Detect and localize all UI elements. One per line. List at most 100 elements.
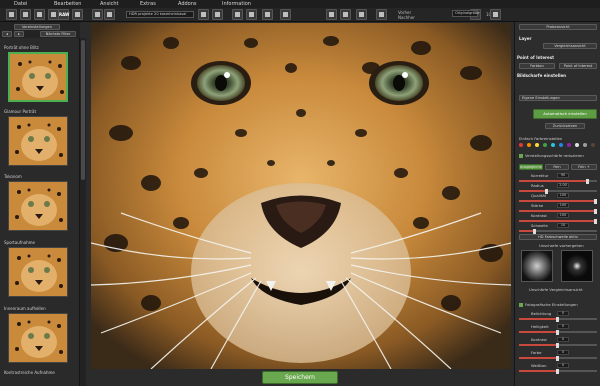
preset-thumbnail[interactable] xyxy=(8,247,68,297)
preset-select[interactable]: HDR projekte 20 kosmheinkasal xyxy=(126,11,194,18)
slider-value[interactable]: 90 xyxy=(557,173,569,178)
open-icon[interactable] xyxy=(6,9,17,20)
slider-knob[interactable] xyxy=(556,355,559,361)
slider-value[interactable]: 100 xyxy=(557,203,569,208)
brush-icon[interactable] xyxy=(376,9,387,20)
mode-balanced-button[interactable]: Ausgeglichen xyxy=(519,164,543,170)
auto-adjust-button[interactable]: Automatisch einstellen xyxy=(533,109,597,119)
menu-information[interactable]: Information xyxy=(222,0,251,8)
menu-ansicht[interactable]: Ansicht xyxy=(100,0,118,8)
select-icon[interactable] xyxy=(326,9,337,20)
color-swatch[interactable] xyxy=(583,143,587,147)
rotate-right-icon[interactable] xyxy=(212,9,223,20)
slider-knob[interactable] xyxy=(594,198,597,204)
slider-knob[interactable] xyxy=(533,228,536,234)
hdr-button[interactable]: HD Farbschwelle aktiv xyxy=(519,234,597,240)
slider-value[interactable]: 0 xyxy=(557,363,569,368)
batch-icon[interactable] xyxy=(72,9,83,20)
sharpen-checkbox[interactable] xyxy=(519,154,523,158)
slider-knob[interactable] xyxy=(556,342,559,348)
compare-icon[interactable] xyxy=(262,9,273,20)
slider-value[interactable]: 0 xyxy=(557,311,569,316)
zoom-select[interactable]: Originalgröße xyxy=(452,10,479,17)
sharpen-label: Verstellungsschärfe reduzieren xyxy=(525,153,584,158)
main-image-canvas[interactable] xyxy=(91,23,511,369)
menu-datei[interactable]: Datei xyxy=(14,0,27,8)
menu-bearbeiten[interactable]: Bearbeiten xyxy=(54,0,81,8)
slider-label: Kontrast xyxy=(531,213,547,218)
menu-addons[interactable]: Addons xyxy=(178,0,197,8)
photo-checkbox[interactable] xyxy=(519,303,523,307)
slider-knob[interactable] xyxy=(594,218,597,224)
presets-scrollbar-thumb[interactable] xyxy=(81,40,85,180)
slider-value[interactable]: 100 xyxy=(557,193,569,198)
preset-label: Kontrastreiche Aufnahme xyxy=(4,370,55,375)
slider-knob[interactable] xyxy=(586,178,589,184)
nav-forward-button[interactable]: ▸ xyxy=(14,31,24,37)
slider-fill xyxy=(519,210,597,212)
slider-fill xyxy=(519,220,597,222)
raw-icon[interactable]: RAW xyxy=(58,9,69,20)
print-icon[interactable] xyxy=(34,9,45,20)
slider-knob[interactable] xyxy=(556,368,559,374)
reset-button[interactable]: Zurücksetzen xyxy=(545,123,585,129)
scene-title: Bildscharfe einstellen xyxy=(517,73,567,78)
color-label: Einfach Farbreinstellen xyxy=(519,136,563,141)
slider-value[interactable]: 0 xyxy=(557,350,569,355)
save-button[interactable]: Speichern xyxy=(262,371,338,384)
leopard-photo xyxy=(91,23,511,369)
slider-value[interactable]: 2.00 xyxy=(557,183,569,188)
slider-knob[interactable] xyxy=(556,329,559,335)
slider-value[interactable]: 0 xyxy=(557,324,569,329)
color-swatch[interactable] xyxy=(527,143,531,147)
preset-thumbnail[interactable] xyxy=(8,313,68,363)
preview-label: Unscharfe vorhergehen xyxy=(539,243,584,248)
refresh-icon[interactable] xyxy=(340,9,351,20)
mode-fine-button[interactable]: Fein xyxy=(545,164,569,170)
nav-back-button[interactable]: ◂ xyxy=(2,31,12,37)
slider-label: Radius xyxy=(531,183,544,188)
slider-knob[interactable] xyxy=(556,316,559,322)
presets-header: Voreinstellungen ◂ ▸ Nächste Filter xyxy=(0,22,80,38)
preset-thumbnail[interactable] xyxy=(8,52,68,102)
poi-select-button[interactable]: Point of Interest xyxy=(559,63,597,69)
color-swatch[interactable] xyxy=(535,143,539,147)
crop-icon[interactable] xyxy=(232,9,243,20)
poi-color-button[interactable]: Farbton xyxy=(519,63,555,69)
undo-icon[interactable] xyxy=(92,9,103,20)
straighten-icon[interactable] xyxy=(246,9,257,20)
layer-compare-button[interactable]: Vergleichsansicht xyxy=(543,43,597,49)
menu-extras[interactable]: Extras xyxy=(140,0,156,8)
preview-mode-button[interactable]: Probeansicht xyxy=(519,24,597,30)
preset-thumbnail[interactable] xyxy=(8,181,68,231)
mode-fine-plus-button[interactable]: Fein + xyxy=(571,164,597,170)
color-swatch[interactable] xyxy=(567,143,571,147)
preset-label: Porträt ohne Blitz xyxy=(4,45,39,50)
slider-fill xyxy=(519,344,558,346)
slider-knob[interactable] xyxy=(594,208,597,214)
redo-icon[interactable] xyxy=(104,9,115,20)
rotate-left-icon[interactable] xyxy=(198,9,209,20)
color-swatch[interactable] xyxy=(559,143,563,147)
color-swatch[interactable] xyxy=(519,143,523,147)
slider-value[interactable]: 100 xyxy=(557,213,569,218)
color-swatch[interactable] xyxy=(591,143,595,147)
slider-value[interactable]: 10 xyxy=(557,223,569,228)
toolbar: RAW Vorher Nachher 100 % xyxy=(0,8,600,22)
preset-label: Innenraum aufhellen xyxy=(4,306,46,311)
preset-thumbnail[interactable] xyxy=(8,116,68,166)
presets-button[interactable]: Voreinstellungen xyxy=(14,24,60,30)
shape-icon[interactable] xyxy=(356,9,367,20)
save-icon[interactable] xyxy=(20,9,31,20)
scene-select[interactable]: Eigene Einstellungen xyxy=(519,95,597,101)
slider-label: Weißton xyxy=(531,363,547,368)
color-swatch[interactable] xyxy=(575,143,579,147)
preset-label: Glamour Porträt xyxy=(4,109,37,114)
slider-label: Kontrast xyxy=(531,337,547,342)
color-swatch[interactable] xyxy=(551,143,555,147)
fit-icon[interactable] xyxy=(280,9,291,20)
filter-button[interactable]: Nächste Filter xyxy=(40,31,76,37)
slider-value[interactable]: 0 xyxy=(557,337,569,342)
color-swatch[interactable] xyxy=(543,143,547,147)
sync-icon[interactable] xyxy=(490,9,501,20)
